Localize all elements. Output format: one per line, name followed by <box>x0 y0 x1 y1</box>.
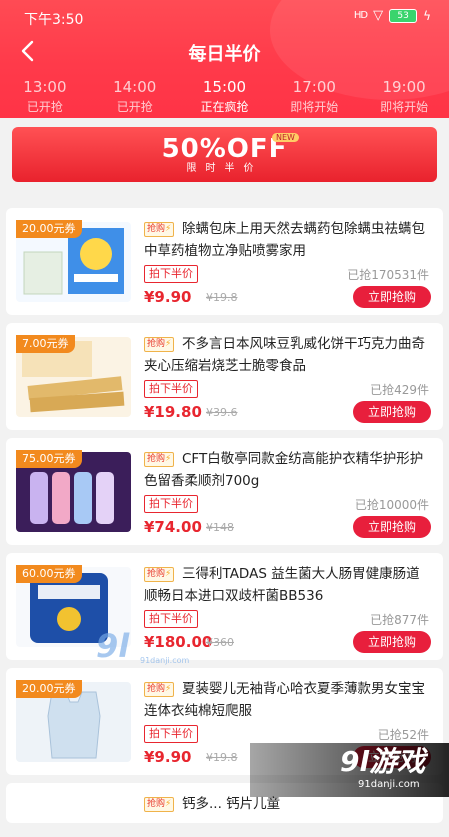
banner-tag: NEW <box>272 133 299 142</box>
current-price: ¥9.90 <box>144 288 192 306</box>
buy-now-button[interactable]: 立即抢购 <box>353 286 431 308</box>
half-price-tag: 拍下半价 <box>144 380 198 398</box>
status-bar: 下午3:50 HD ▽ 53 ϟ <box>0 0 449 32</box>
watermark-mid: 9l 91danji.com <box>96 630 196 670</box>
half-price-tag: 拍下半价 <box>144 495 198 513</box>
product-title: CFT白敬亭同款金纺高能护衣精华护形护色留香柔顺剂700g <box>144 451 424 489</box>
nav-bar: 每日半价 <box>0 32 449 70</box>
tab-slot-1700[interactable]: 17:00 即将开始 <box>269 78 359 118</box>
page-title: 每日半价 <box>188 44 261 65</box>
coupon-badge: 20.00元券 <box>16 680 82 698</box>
signal-icon: HD <box>353 10 368 21</box>
original-price: ¥19.8 <box>206 751 238 764</box>
product-title: 三得利TADAS 益生菌大人肠胃健康肠道顺畅日本进口双歧杆菌BB536 <box>144 566 420 604</box>
status-icons: HD ▽ 53 ϟ <box>354 8 431 23</box>
current-price: ¥74.00 <box>144 518 202 536</box>
battery-icon: 53 <box>389 8 418 23</box>
slot-time: 13:00 <box>23 78 67 96</box>
tab-slot-1300[interactable]: 13:00 已开抢 <box>0 78 90 118</box>
buy-now-button[interactable]: 立即抢购 <box>353 631 431 653</box>
slot-time: 15:00 <box>202 78 247 96</box>
half-price-tag: 拍下半价 <box>144 725 198 743</box>
sold-count: 已抢52件 <box>377 728 429 742</box>
slot-status: 已开抢 <box>116 100 153 114</box>
slot-time: 14:00 <box>113 78 157 96</box>
original-price: ¥148 <box>206 521 234 534</box>
original-price: ¥19.8 <box>206 291 238 304</box>
header: 下午3:50 HD ▽ 53 ϟ 每日半价 13:00 已开抢 14:00 已开… <box>0 0 449 118</box>
original-price: ¥360 <box>206 636 234 649</box>
current-price: ¥19.80 <box>144 403 202 421</box>
buy-now-button[interactable]: 立即抢购 <box>353 401 431 423</box>
sold-count: 已抢877件 <box>370 613 429 627</box>
charging-icon: ϟ <box>423 8 431 23</box>
tab-slot-1500[interactable]: 15:00 正在疯抢 <box>180 78 270 118</box>
product-card[interactable]: 60.00元券 抢购⚡ 三得利TADAS 益生菌大人肠胃健康肠道顺畅日本进口双歧… <box>6 553 443 660</box>
coupon-badge: 75.00元券 <box>16 450 82 468</box>
product-card[interactable]: 20.00元券 抢购⚡ 除螨包床上用天然去螨药包除螨虫祛螨包中草药植物立净贴喷雾… <box>6 208 443 315</box>
slot-time: 17:00 <box>292 78 336 96</box>
slot-status: 即将开始 <box>290 100 339 114</box>
original-price: ¥39.6 <box>206 406 238 419</box>
slot-status: 正在疯抢 <box>200 100 249 114</box>
watermark-url: 91danji.com <box>358 779 420 790</box>
banner-subline: 限时半价 <box>186 163 263 174</box>
banner-headline: 50%OFF <box>161 134 288 164</box>
sold-count: 已抢170531件 <box>347 268 429 282</box>
wifi-icon: ▽ <box>373 8 384 23</box>
product-list: 20.00元券 抢购⚡ 除螨包床上用天然去螨药包除螨虫祛螨包中草药植物立净贴喷雾… <box>6 208 443 831</box>
product-card[interactable]: 7.00元券 抢购⚡ 不多言日本风味豆乳威化饼干巧克力曲奇夹心压缩岩烧芝士脆零食… <box>6 323 443 430</box>
promo-banner[interactable]: NEW 50%OFF 限时半价 <box>12 127 437 182</box>
watermark-logo: 9l游戏 <box>340 745 426 778</box>
coupon-badge: 20.00元券 <box>16 220 82 238</box>
watermark-mid-url: 91danji.com <box>140 656 190 665</box>
product-title: 不多言日本风味豆乳威化饼干巧克力曲奇夹心压缩岩烧芝士脆零食品 <box>144 336 425 374</box>
slot-status: 即将开始 <box>380 100 429 114</box>
product-card[interactable]: 75.00元券 抢购⚡ CFT白敬亭同款金纺高能护衣精华护形护色留香柔顺剂700… <box>6 438 443 545</box>
current-price: ¥9.90 <box>144 748 192 766</box>
half-price-tag: 拍下半价 <box>144 610 198 628</box>
slot-status: 已开抢 <box>26 100 63 114</box>
sold-count: 已抢10000件 <box>354 498 429 512</box>
tab-slot-1400[interactable]: 14:00 已开抢 <box>90 78 180 118</box>
product-title: 除螨包床上用天然去螨药包除螨虫祛螨包中草药植物立净贴喷雾家用 <box>144 221 425 259</box>
slot-time: 19:00 <box>382 78 426 96</box>
half-price-tag: 拍下半价 <box>144 265 198 283</box>
status-time: 下午3:50 <box>24 12 84 28</box>
product-title: 夏装婴儿无袖背心哈衣夏季薄款男女宝宝连体衣纯棉短爬服 <box>144 681 425 719</box>
coupon-badge: 60.00元券 <box>16 565 82 583</box>
watermark-corner: 9l游戏 91danji.com <box>250 743 449 797</box>
coupon-badge: 7.00元券 <box>16 335 75 353</box>
sold-count: 已抢429件 <box>370 383 429 397</box>
tab-slot-1900[interactable]: 19:00 即将开始 <box>359 78 449 118</box>
buy-now-button[interactable]: 立即抢购 <box>353 516 431 538</box>
product-title: 钙多... 钙片儿童 <box>182 796 281 812</box>
time-slot-tabs: 13:00 已开抢 14:00 已开抢 15:00 正在疯抢 17:00 即将开… <box>0 78 449 118</box>
